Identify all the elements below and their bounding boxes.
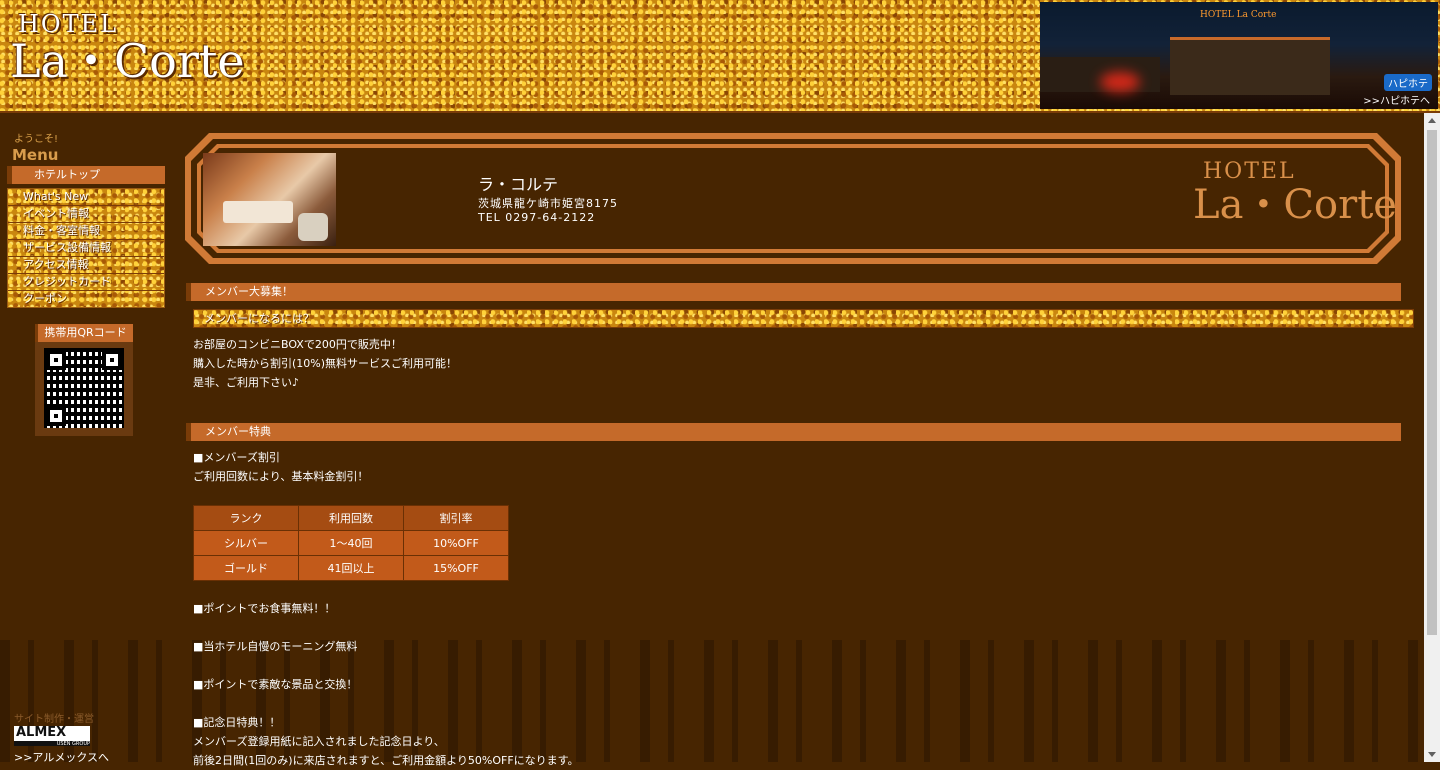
qr-finder-tr (102, 350, 122, 370)
rank-table: ランク 利用回数 割引率 シルバー 1～40回 10%OFF ゴールド 41回以… (193, 505, 509, 581)
credit-label: サイト制作・運営 (14, 714, 94, 725)
logo-line2: La・Corte (10, 34, 245, 88)
table-cell: シルバー (193, 530, 299, 556)
anniversary-line-2: 前後2日間(1回のみ)に来店されますと、ご利用金額より50%OFFになります。 (193, 754, 579, 767)
recruit-line-2: 購入した時から割引(10%)無料サービスご利用可能！ (193, 357, 458, 370)
site-header: HOTEL La・Corte HOTEL La Corte ハピホテ >>ハピホ… (0, 0, 1440, 113)
menu-item-credit-card[interactable]: クレジットカード (8, 274, 164, 291)
table-header-cell: ランク (193, 505, 299, 531)
scroll-up-arrow-icon[interactable] (1428, 118, 1436, 123)
table-cell: 10%OFF (403, 530, 509, 556)
hotel-box-logo: HOTEL La・Corte (1193, 159, 1397, 228)
recruit-line-1: お部屋のコンビニBOXで200円で販売中！ (193, 338, 402, 351)
qr-code-image (44, 348, 124, 428)
menu-item-coupon[interactable]: クーポン (8, 291, 164, 307)
box-logo-line1: HOTEL (1203, 159, 1296, 184)
main-content: ラ・コルテ 茨城県龍ケ崎市姫宮8175 TEL 0297-64-2122 HOT… (183, 131, 1414, 770)
menu-item-services[interactable]: サービス設備情報 (8, 240, 164, 257)
table-cell: ゴールド (193, 555, 299, 581)
box-logo-line2: La・Corte (1193, 182, 1397, 228)
vertical-scrollbar[interactable] (1424, 113, 1440, 762)
table-cell: 15%OFF (403, 555, 509, 581)
discount-heading: ■メンバーズ割引 (193, 451, 280, 464)
scrollbar-thumb[interactable] (1427, 130, 1437, 635)
site-credit: サイト制作・運営 ALMEX USEN GROUP >>アルメックスへ (14, 710, 109, 765)
menu-list: What's New イベント情報 料金・客室情報 サービス設備情報 アクセス情… (7, 188, 165, 308)
menu-item-rooms[interactable]: 料金・客室情報 (8, 223, 164, 240)
hotel-name: ラ・コルテ (478, 175, 559, 194)
hotel-tel: TEL 0297-64-2122 (478, 211, 596, 224)
table-cell: 1～40回 (298, 530, 404, 556)
recruit-title-bar: メンバー大募集！ (186, 283, 1401, 301)
banner-building (1170, 37, 1330, 95)
room-photo-bed (223, 201, 293, 223)
scroll-down-arrow-icon[interactable] (1428, 752, 1436, 757)
menu-item-hotel-top[interactable]: ホテルトップ (7, 166, 165, 184)
happyhotel-link[interactable]: >>ハピホテへ (1363, 92, 1430, 107)
banner-light (1100, 72, 1140, 92)
table-header-cell: 利用回数 (298, 505, 404, 531)
discount-desc: ご利用回数により、基本料金割引！ (193, 470, 369, 483)
anniversary-section: ■記念日特典！！ メンバーズ登録用紙に記入されました記念日より、 前後2日間(1… (193, 713, 1413, 770)
recruit-line-3: 是非、ご利用下さい♪ (193, 376, 300, 389)
table-row: ゴールド 41回以上 15%OFF (193, 555, 509, 581)
qr-box: 携帯用QRコード (35, 324, 133, 436)
recruit-text: お部屋のコンビニBOXで200円で販売中！ 購入した時から割引(10%)無料サー… (193, 335, 1413, 392)
room-photo (203, 153, 336, 246)
point-prize-text: ■ポイントで素敵な景品と交換！ (193, 678, 358, 691)
qr-title: 携帯用QRコード (35, 324, 133, 342)
room-photo-chair (298, 213, 328, 241)
recruit-subtitle-bar: メンバーになるには？ (193, 309, 1414, 328)
menu-item-events[interactable]: イベント情報 (8, 206, 164, 223)
menu-item-whats-new[interactable]: What's New (8, 189, 164, 206)
anniversary-heading: ■記念日特典！！ (193, 716, 281, 729)
banner-sign: HOTEL La Corte (1200, 10, 1277, 20)
happyhotel-badge: ハピホテ (1384, 74, 1432, 91)
menu-title: Menu (12, 146, 59, 164)
logo-line1: HOTEL (18, 10, 119, 38)
table-header-cell: 割引率 (403, 505, 509, 531)
banner-building-left (1040, 57, 1160, 92)
sidebar: ようこそ! Menu ホテルトップ What's New イベント情報 料金・客… (7, 130, 165, 436)
morning-text: ■当ホテル自慢のモーニング無料 (193, 640, 358, 653)
discount-section: ■メンバーズ割引 ご利用回数により、基本料金割引！ (193, 448, 1413, 486)
almex-logo-sub: USEN GROUP (56, 741, 90, 747)
point-meal-text: ■ポイントでお食事無料！！ (193, 602, 336, 615)
welcome-text: ようこそ! (14, 134, 59, 145)
hotel-logo[interactable]: HOTEL La・Corte (10, 12, 245, 84)
table-row: シルバー 1～40回 10%OFF (193, 530, 509, 556)
qr-finder-bl (46, 406, 66, 426)
hotel-info-box: ラ・コルテ 茨城県龍ケ崎市姫宮8175 TEL 0297-64-2122 HOT… (183, 131, 1403, 266)
qr-finder-tl (46, 350, 66, 370)
table-cell: 41回以上 (298, 555, 404, 581)
anniversary-line-1: メンバーズ登録用紙に記入されました記念日より、 (193, 735, 445, 748)
benefit-title-bar: メンバー特典 (186, 423, 1401, 441)
almex-link[interactable]: >>アルメックスへ (14, 749, 109, 765)
hotel-address: 茨城県龍ケ崎市姫宮8175 (478, 197, 618, 210)
menu-item-access[interactable]: アクセス情報 (8, 257, 164, 274)
table-header-row: ランク 利用回数 割引率 (193, 505, 509, 531)
happyhotel-banner[interactable]: HOTEL La Corte ハピホテ >>ハピホテへ (1040, 2, 1438, 109)
